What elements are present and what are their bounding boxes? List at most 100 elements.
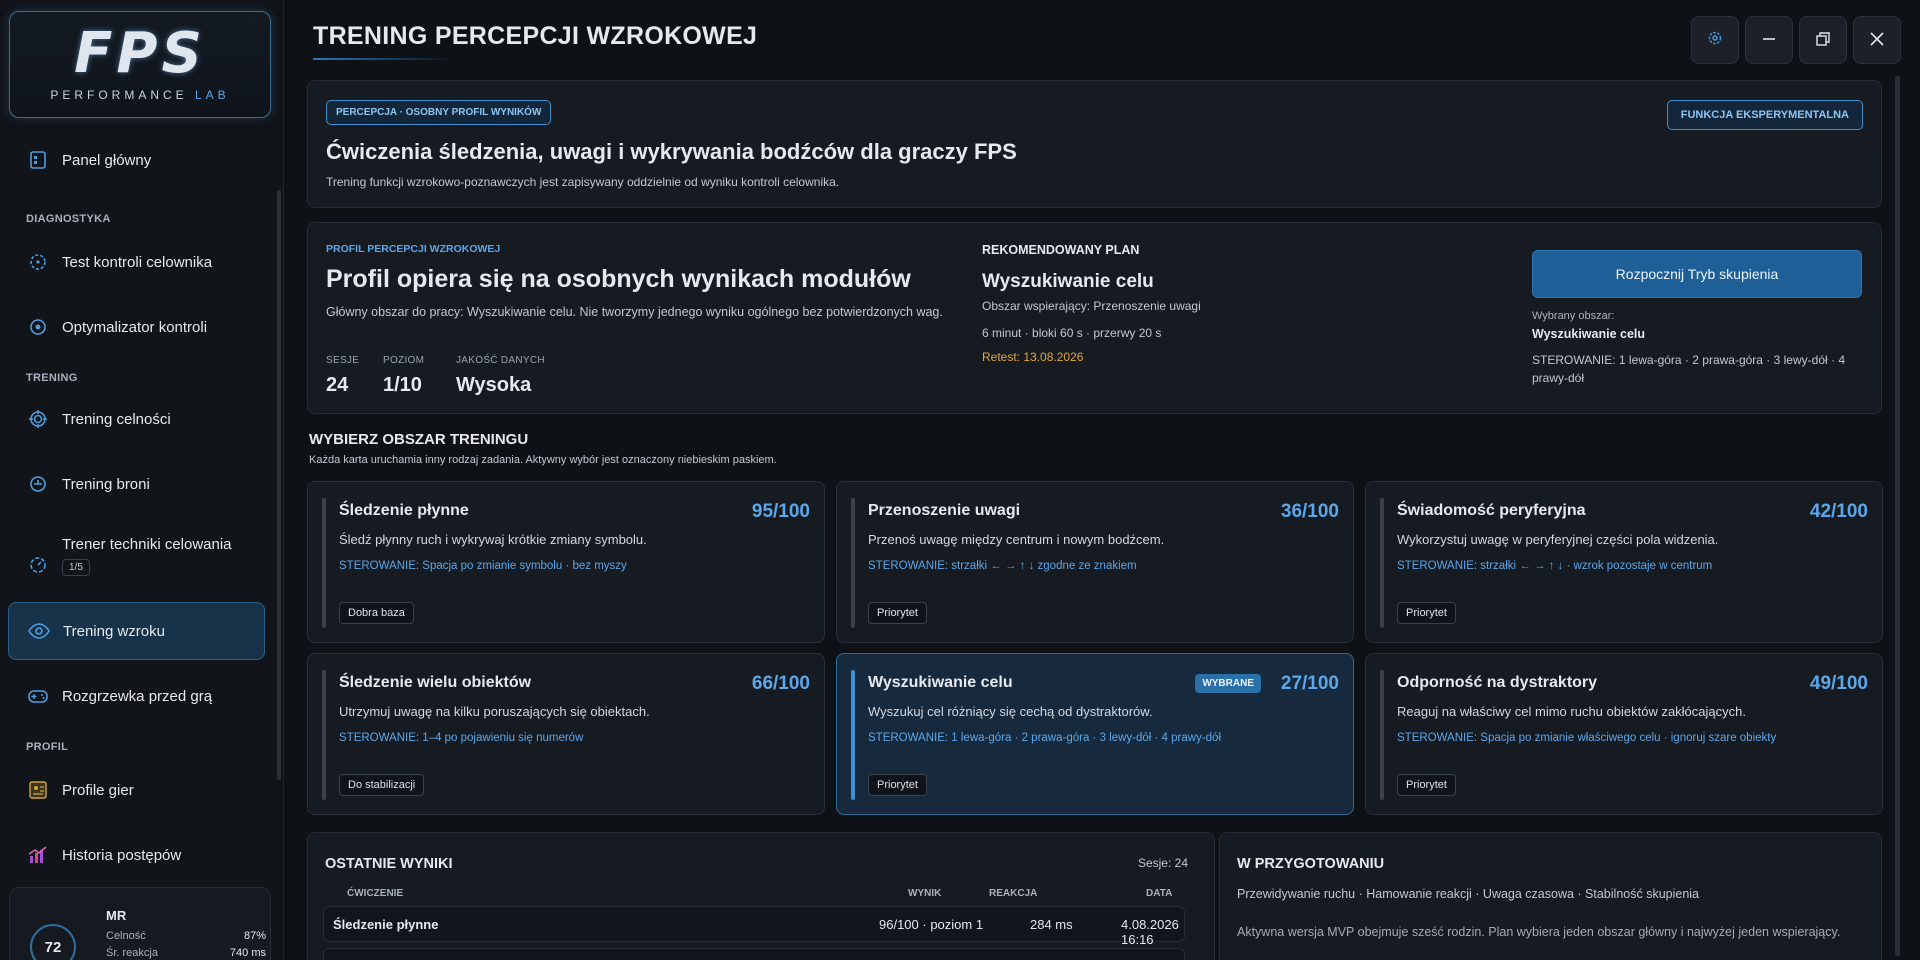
sidebar-item-label: Panel główny [62, 151, 152, 169]
app-logo: FPS PERFORMANCE LAB [9, 11, 271, 118]
sidebar-item-label: Trening broni [62, 475, 150, 493]
restore-button[interactable] [1799, 16, 1847, 64]
logo-sub-lab: LAB [195, 88, 230, 102]
target-icon [26, 407, 50, 431]
cell-result: 96/100 · poziom 1 [879, 917, 984, 932]
sidebar-item-history[interactable]: Historia postępów [8, 827, 265, 883]
eye-icon [27, 619, 51, 643]
user-card[interactable]: 72 MR Celność 87% Śr. reakcja 740 ms [9, 887, 271, 960]
card-score: 27/100 [1280, 673, 1339, 694]
card-title: Odporność na dystraktory [1397, 674, 1598, 691]
card-title: Śledzenie wielu obiektów [339, 674, 532, 691]
card-status-chip: Priorytet [1397, 774, 1456, 796]
training-card-smooth-tracking[interactable]: Śledzenie płynne 95/100 Śledź płynny ruc… [307, 481, 825, 643]
accuracy-value: 87% [243, 930, 266, 942]
sidebar-item-accuracy[interactable]: Trening celności [8, 391, 265, 447]
sidebar-item-technique-coach[interactable]: Trener techniki celowania 1/5 [8, 528, 265, 590]
logo-sub-performance: PERFORMANCE [50, 88, 188, 102]
training-card-peripheral[interactable]: Świadomość peryferyjna 42/100 Wykorzystu… [1365, 481, 1883, 643]
minimize-icon [1762, 30, 1776, 51]
profile-card-icon [26, 778, 50, 802]
sidebar-item-label: Historia postępów [62, 846, 182, 864]
card-status-chip: Do stabilizacji [339, 774, 425, 796]
sidebar-item-label: Trening wzroku [63, 622, 165, 640]
training-card-multi-object[interactable]: Śledzenie wielu obiektów 66/100 Utrzymuj… [307, 653, 825, 815]
experimental-badge: FUNKCJA EKSPERYMENTALNA [1666, 100, 1863, 130]
title-underline [313, 58, 453, 60]
sidebar-item-optimizer[interactable]: Optymalizator kontroli [8, 299, 265, 355]
card-indicator [322, 670, 326, 800]
dashboard-icon [26, 148, 50, 172]
sidebar: FPS PERFORMANCE LAB Panel główny DIAGNOS… [0, 0, 284, 960]
card-description: Utrzymuj uwagę na kilku poruszających si… [339, 704, 650, 719]
training-card-target-search[interactable]: Wyszukiwanie celu WYBRANE 27/100 Wyszuku… [836, 653, 1354, 815]
card-title: Świadomość peryferyjna [1397, 502, 1586, 519]
plan-retest: Retest: 13.08.2026 [982, 350, 1084, 364]
upcoming-card: W PRZYGOTOWANIU Przewidywanie ruchu · Ha… [1219, 832, 1882, 960]
card-controls: STEROWANIE: 1 lewa-góra · 2 prawa-góra ·… [868, 732, 1221, 744]
table-row[interactable]: Śledzenie płynne 96/100 · poziom 1 284 m… [323, 906, 1185, 947]
upcoming-list: Przewidywanie ruchu · Hamowanie reakcji … [1237, 887, 1700, 901]
settings-button[interactable] [1691, 16, 1739, 64]
card-description: Wykorzystuj uwagę w peryferyjnej części … [1397, 532, 1719, 547]
card-description: Przenoś uwagę między centrum i nowym bod… [868, 532, 1165, 547]
selected-area-label: Wybrany obszar: [1532, 310, 1615, 322]
sidebar-item-label: Profile gier [62, 781, 134, 799]
start-focus-button[interactable]: Rozpocznij Tryb skupienia [1532, 250, 1862, 298]
section-training: TRENING [26, 372, 78, 384]
user-score-ring: 72 [30, 924, 76, 960]
stat-sessions: SESJE 24 [326, 355, 359, 397]
optimizer-icon [26, 315, 50, 339]
sidebar-item-label: Test kontroli celownika [62, 253, 213, 271]
profile-title: Profil opiera się na osobnych wynikach m… [326, 265, 911, 293]
card-score: 95/100 [751, 501, 810, 522]
card-controls: STEROWANIE: 1–4 po pojawieniu się numeró… [339, 732, 584, 744]
training-card-distractor-resistance[interactable]: Odporność na dystraktory 49/100 Reaguj n… [1365, 653, 1883, 815]
accuracy-label: Celność [106, 930, 146, 942]
card-indicator [322, 498, 326, 628]
sidebar-item-game-profiles[interactable]: Profile gier [8, 762, 265, 818]
card-status-chip: Dobra baza [339, 602, 414, 624]
perception-tag: PERCEPCJA · OSOBNY PROFIL WYNIKÓW [326, 100, 552, 125]
sidebar-item-warmup[interactable]: Rozgrzewka przed grą [8, 668, 265, 724]
sidebar-item-dashboard[interactable]: Panel główny [8, 132, 265, 188]
stopwatch-icon [26, 552, 50, 576]
hero-title: Ćwiczenia śledzenia, uwagi i wykrywania … [326, 139, 1017, 164]
areas-title: WYBIERZ OBSZAR TRENINGU [309, 431, 529, 448]
gamepad-icon [26, 684, 50, 708]
table-row[interactable] [323, 948, 1185, 960]
results-title: OSTATNIE WYNIKI [325, 856, 453, 872]
card-indicator [1380, 670, 1384, 800]
gear-icon [1706, 29, 1724, 52]
minimize-button[interactable] [1745, 16, 1793, 64]
weapon-icon [26, 472, 50, 496]
sidebar-item-vision[interactable]: Trening wzroku [8, 602, 265, 660]
logo-text: FPS [74, 21, 206, 86]
card-indicator [1380, 498, 1384, 628]
sidebar-item-label: Trening celności [62, 410, 171, 428]
stat-value: 24 [326, 374, 349, 396]
upcoming-note: Aktywna wersja MVP obejmuje sześć rodzin… [1237, 925, 1841, 939]
chart-icon [26, 843, 50, 867]
close-button[interactable] [1853, 16, 1901, 64]
stat-value: Wysoka [456, 374, 532, 396]
sidebar-item-crosshair-test[interactable]: Test kontroli celownika [8, 234, 265, 290]
sidebar-scrollbar[interactable] [277, 190, 281, 780]
main-scrollbar[interactable] [1895, 76, 1900, 956]
card-status-chip: Priorytet [868, 602, 927, 624]
hero-card: PERCEPCJA · OSOBNY PROFIL WYNIKÓW FUNKCJ… [307, 80, 1882, 208]
card-description: Reaguj na właściwy cel mimo ruchu obiekt… [1397, 704, 1746, 719]
card-title: Śledzenie płynne [339, 502, 469, 519]
results-sessions: Sesje: 24 [1137, 856, 1188, 870]
sidebar-item-weapons[interactable]: Trening broni [8, 456, 265, 512]
card-score: 66/100 [751, 673, 810, 694]
logo-subtitle: PERFORMANCE LAB [10, 88, 270, 102]
sidebar-item-label: Trener techniki celowania [62, 536, 232, 553]
card-indicator [851, 498, 855, 628]
cell-date: 4.08.2026 16:16 [1121, 917, 1179, 947]
crosshair-icon [26, 250, 50, 274]
card-score: 49/100 [1809, 673, 1868, 694]
training-card-attention-shift[interactable]: Przenoszenie uwagi 36/100 Przenoś uwagę … [836, 481, 1354, 643]
card-controls: STEROWANIE: strzałki ← → ↑ ↓ · wzrok poz… [1397, 560, 1713, 572]
col-result: WYNIK [908, 888, 942, 899]
